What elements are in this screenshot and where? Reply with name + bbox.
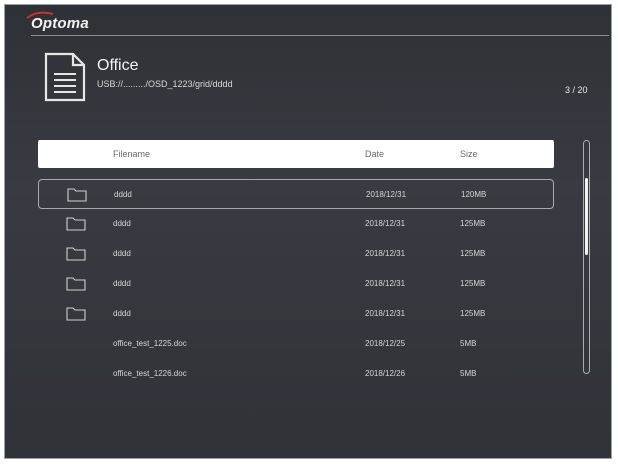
optoma-logo: Optoma — [31, 15, 89, 32]
file-list: dddd 2018/12/31 120MB dddd 2018/12/31 125MB dd… — [38, 179, 554, 389]
date-cell: 2018/12/31 — [365, 279, 406, 288]
date-cell: 2018/12/31 — [365, 309, 406, 318]
folder-row[interactable]: dddd 2018/12/31 125MB — [38, 239, 554, 269]
size-cell: 125MB — [460, 279, 486, 288]
filename-cell: dddd — [113, 219, 131, 228]
folder-icon — [66, 307, 86, 321]
document-icon — [44, 52, 86, 102]
folder-icon — [66, 217, 86, 231]
scrollbar-thumb[interactable] — [585, 178, 588, 255]
folder-icon — [67, 188, 87, 202]
scrollbar[interactable] — [583, 140, 590, 374]
breadcrumb-path: USB://........./OSD_1223/grid/dddd — [97, 79, 233, 89]
file-row[interactable]: office_test_1225.doc 2018/12/25 5MB — [38, 329, 554, 359]
column-header-date: Date — [365, 149, 385, 159]
date-cell: 2018/12/31 — [365, 219, 406, 228]
filename-cell: dddd — [113, 279, 131, 288]
date-cell: 2018/12/26 — [365, 369, 406, 378]
filename-cell: dddd — [114, 190, 132, 199]
folder-row[interactable]: dddd 2018/12/31 125MB — [38, 299, 554, 329]
size-cell: 5MB — [460, 339, 477, 348]
table-header: Filename Date Size — [38, 140, 554, 168]
filename-cell: office_test_1226.doc — [113, 369, 187, 378]
column-header-size: Size — [460, 149, 478, 159]
filename-cell: dddd — [113, 249, 131, 258]
page-title: Office — [97, 57, 139, 74]
folder-row[interactable]: dddd 2018/12/31 125MB — [38, 209, 554, 239]
size-cell: 125MB — [460, 219, 486, 228]
folder-icon — [66, 277, 86, 291]
size-cell: 125MB — [460, 309, 486, 318]
page-indicator: 3 / 20 — [565, 85, 588, 95]
filename-cell: office_test_1225.doc — [113, 339, 187, 348]
column-header-filename: Filename — [113, 149, 151, 159]
date-cell: 2018/12/31 — [366, 190, 407, 199]
date-cell: 2018/12/31 — [365, 249, 406, 258]
date-cell: 2018/12/25 — [365, 339, 406, 348]
filename-cell: dddd — [113, 309, 131, 318]
folder-icon — [66, 247, 86, 261]
osd-screen: Optoma Office USB://........./OSD_1223/g… — [4, 4, 612, 459]
size-cell: 5MB — [460, 369, 477, 378]
folder-row[interactable]: dddd 2018/12/31 120MB — [38, 179, 554, 209]
size-cell: 125MB — [460, 249, 486, 258]
folder-row[interactable]: dddd 2018/12/31 125MB — [38, 269, 554, 299]
size-cell: 120MB — [461, 190, 487, 199]
file-row[interactable]: office_test_1226.doc 2018/12/26 5MB — [38, 359, 554, 389]
top-divider — [31, 35, 609, 36]
